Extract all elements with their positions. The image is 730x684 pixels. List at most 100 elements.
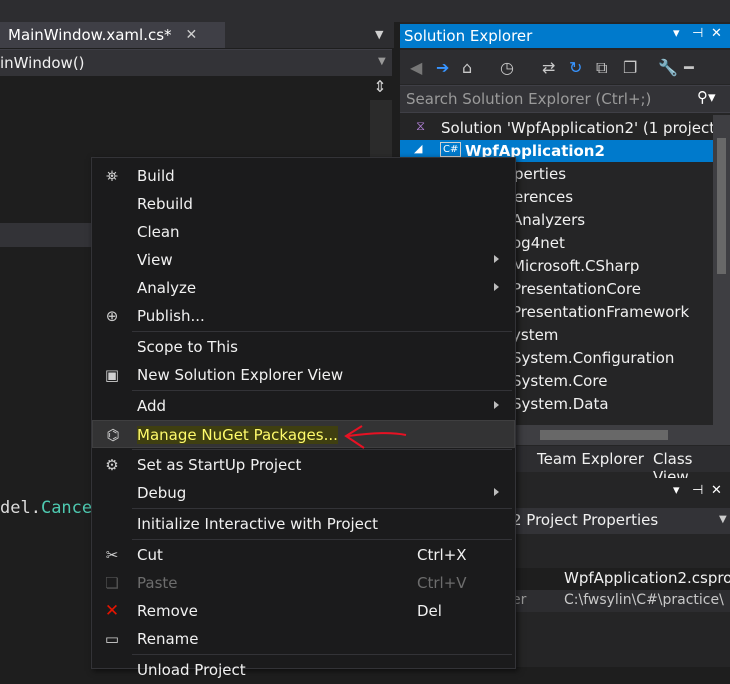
tree-item[interactable]: PresentationFramework bbox=[512, 303, 689, 321]
shortcut-text: Ctrl+V bbox=[417, 574, 467, 592]
show-all-files-icon[interactable]: ❐ bbox=[623, 58, 637, 77]
tree-item[interactable]: Analyzers bbox=[512, 211, 585, 229]
menu-item-initialize-interactive[interactable]: Initialize Interactive with Project bbox=[92, 510, 515, 538]
menu-separator bbox=[132, 390, 512, 391]
submenu-arrow-icon bbox=[494, 401, 499, 409]
menu-item-remove[interactable]: ✕ Remove Del bbox=[92, 597, 515, 625]
back-icon[interactable]: ◀ bbox=[410, 58, 422, 77]
shortcut-text: Del bbox=[417, 602, 442, 620]
menu-item-scope-to-this[interactable]: Scope to This bbox=[92, 333, 515, 361]
tree-item[interactable]: System.Core bbox=[512, 372, 607, 390]
rename-icon: ▭ bbox=[104, 630, 120, 648]
tree-item[interactable]: erences bbox=[514, 188, 573, 206]
menu-item-add[interactable]: Add bbox=[92, 392, 515, 420]
menu-item-rename[interactable]: ▭ Rename bbox=[92, 625, 515, 653]
property-value: WpfApplication2.cspro bbox=[564, 569, 730, 587]
menu-item-paste: ❏ Paste Ctrl+V bbox=[92, 569, 515, 597]
scrollbar-thumb[interactable] bbox=[540, 430, 668, 440]
scissors-icon: ✂ bbox=[105, 546, 119, 564]
menu-item-label: View bbox=[137, 251, 173, 269]
gear-icon: ⚙ bbox=[105, 456, 119, 474]
tab-title: MainWindow.xaml.cs* bbox=[8, 26, 172, 44]
pending-changes-icon[interactable]: ◷ bbox=[500, 58, 514, 77]
preview-icon[interactable]: ━ bbox=[684, 58, 694, 77]
tree-item[interactable]: PresentationCore bbox=[512, 280, 641, 298]
menu-item-label: Unload Project bbox=[137, 661, 246, 679]
scrollbar-thumb[interactable] bbox=[717, 138, 726, 274]
menu-item-unload-project[interactable]: Unload Project bbox=[92, 656, 515, 684]
chevron-down-icon[interactable]: ▼ bbox=[378, 56, 386, 67]
tree-item[interactable]: Microsoft.CSharp bbox=[512, 257, 639, 275]
search-icon[interactable]: ⚲▾ bbox=[697, 88, 716, 106]
chevron-down-icon[interactable]: ▼ bbox=[719, 514, 727, 525]
property-value: C:\fwsylin\C#\practice\ bbox=[564, 592, 724, 608]
menu-item-view[interactable]: View bbox=[92, 246, 515, 274]
pin-icon[interactable]: ⊣ bbox=[692, 483, 703, 498]
menu-separator bbox=[132, 508, 512, 509]
nuget-icon: ⌬ bbox=[106, 426, 120, 444]
home-icon[interactable]: ⌂ bbox=[462, 58, 472, 77]
solution-explorer-title: Solution Explorer bbox=[404, 27, 533, 45]
menu-item-label: Set as StartUp Project bbox=[137, 456, 302, 474]
menu-item-build[interactable]: ⛯ Build bbox=[92, 162, 515, 190]
tree-item[interactable]: perties bbox=[514, 165, 566, 183]
top-toolbar bbox=[0, 0, 730, 22]
menu-item-label: Manage NuGet Packages... bbox=[137, 426, 338, 444]
remove-icon: ✕ bbox=[104, 601, 120, 621]
menu-item-label: Debug bbox=[137, 484, 187, 502]
member-dropdown-value: inWindow() bbox=[0, 54, 85, 72]
submenu-arrow-icon bbox=[494, 488, 499, 496]
forward-icon[interactable]: ➔ bbox=[436, 58, 449, 77]
menu-item-analyze[interactable]: Analyze bbox=[92, 274, 515, 302]
menu-item-rebuild[interactable]: Rebuild bbox=[92, 190, 515, 218]
tree-item-solution[interactable]: Solution 'WpfApplication2' (1 project bbox=[441, 119, 715, 137]
menu-item-new-solution-explorer-view[interactable]: ▣ New Solution Explorer View bbox=[92, 361, 515, 389]
shortcut-text: Ctrl+X bbox=[417, 546, 467, 564]
window-position-icon[interactable]: ▾ bbox=[673, 483, 680, 498]
build-icon: ⛯ bbox=[105, 167, 118, 185]
menu-item-cut[interactable]: ✂ Cut Ctrl+X bbox=[92, 541, 515, 569]
menu-item-manage-nuget-packages[interactable]: ⌬ Manage NuGet Packages... bbox=[92, 420, 515, 448]
tree-item[interactable]: System.Data bbox=[512, 395, 609, 413]
new-view-icon: ▣ bbox=[104, 366, 120, 384]
expand-arrow-icon[interactable]: ◢ bbox=[414, 142, 422, 155]
tab-team-explorer[interactable]: Team Explorer bbox=[537, 450, 644, 468]
split-icon[interactable]: ⇕ bbox=[368, 77, 392, 101]
close-icon[interactable]: ✕ bbox=[186, 27, 198, 43]
tree-item[interactable]: ystem bbox=[512, 326, 558, 344]
submenu-arrow-icon bbox=[494, 255, 499, 263]
menu-item-label: Clean bbox=[137, 223, 180, 241]
solution-icon: ⧖ bbox=[416, 119, 426, 134]
menu-item-label: Analyze bbox=[137, 279, 197, 297]
menu-item-set-as-startup-project[interactable]: ⚙ Set as StartUp Project bbox=[92, 451, 515, 479]
member-navigation-bar[interactable]: inWindow() ▼ bbox=[0, 49, 392, 77]
menu-item-clean[interactable]: Clean bbox=[92, 218, 515, 246]
menu-separator bbox=[132, 331, 512, 332]
collapse-all-icon[interactable]: ⧉ bbox=[596, 58, 607, 78]
submenu-arrow-icon bbox=[494, 283, 499, 291]
context-menu: ⛯ Build Rebuild Clean View Analyze ⊕ Pub… bbox=[91, 157, 516, 679]
menu-item-label: Rebuild bbox=[137, 195, 193, 213]
menu-item-publish[interactable]: ⊕ Publish... bbox=[92, 302, 515, 330]
tree-item[interactable]: og4net bbox=[512, 234, 565, 252]
tree-item[interactable]: System.Configuration bbox=[512, 349, 674, 367]
close-icon[interactable]: ✕ bbox=[711, 483, 722, 498]
code-highlight-line bbox=[0, 223, 100, 247]
paste-icon: ❏ bbox=[105, 574, 119, 592]
tab-dropdown-icon[interactable]: ▼ bbox=[375, 28, 383, 41]
search-placeholder: Search Solution Explorer (Ctrl+;) bbox=[406, 90, 652, 108]
properties-object-name: 2 Project Properties bbox=[512, 511, 659, 529]
pin-icon[interactable]: ⊣ bbox=[692, 26, 703, 41]
tab-mainwindow-xaml-cs[interactable]: MainWindow.xaml.cs* ✕ bbox=[0, 22, 225, 48]
menu-item-label: Initialize Interactive with Project bbox=[137, 515, 379, 533]
close-icon[interactable]: ✕ bbox=[711, 26, 722, 41]
window-position-icon[interactable]: ▾ bbox=[673, 26, 680, 41]
editor-tab-bar: MainWindow.xaml.cs* ✕ ▼ bbox=[0, 22, 394, 48]
properties-wrench-icon[interactable]: 🔧 bbox=[658, 58, 678, 77]
code-text: del. bbox=[0, 498, 41, 518]
menu-item-debug[interactable]: Debug bbox=[92, 479, 515, 507]
refresh-icon[interactable]: ↻ bbox=[569, 58, 582, 77]
menu-separator bbox=[132, 449, 512, 450]
sync-icon[interactable]: ⇄ bbox=[542, 58, 555, 77]
menu-item-label: Rename bbox=[137, 630, 199, 648]
